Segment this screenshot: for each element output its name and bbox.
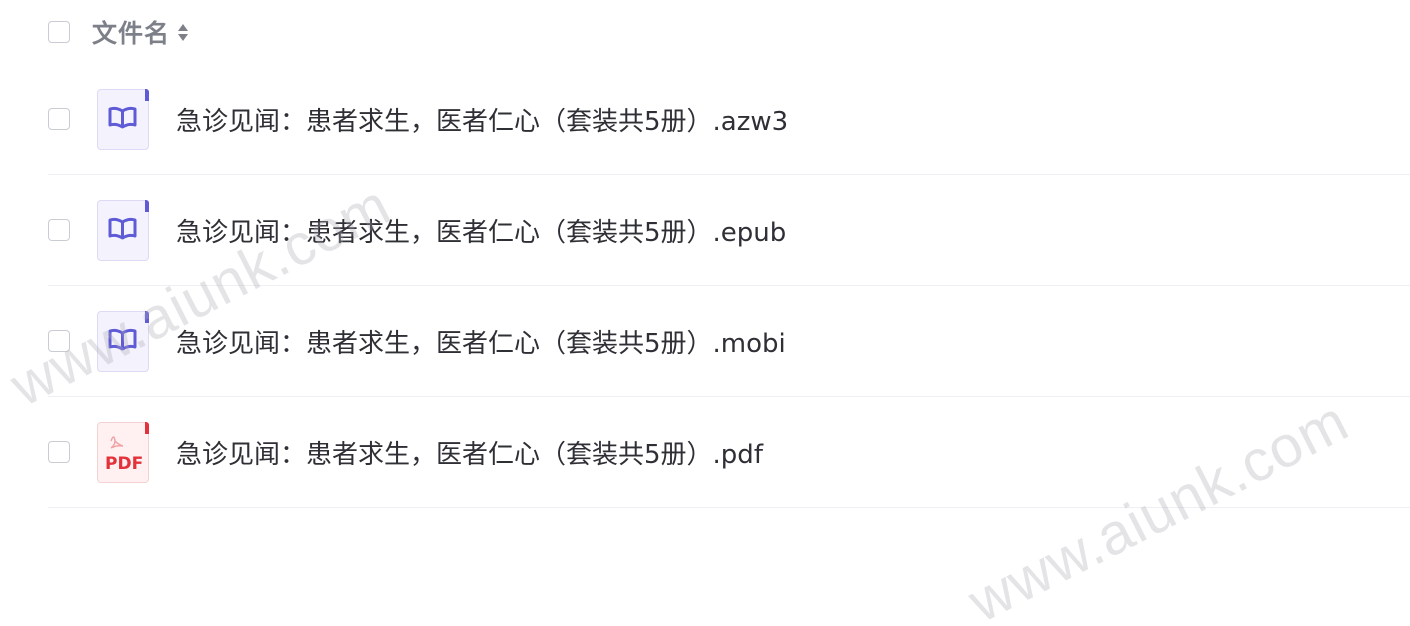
list-item[interactable]: 急诊见闻：患者求生，医者仁心（套装共5册）.epub [48, 175, 1410, 286]
list-item[interactable]: 急诊见闻：患者求生，医者仁心（套装共5册）.azw3 [48, 64, 1410, 175]
ebook-icon [97, 199, 149, 261]
row-checkbox[interactable] [48, 108, 70, 130]
file-list: 文件名 急诊见闻：患者求生，医者仁心（套装共5册）.azw3 急诊见闻：患者求生… [48, 0, 1410, 508]
file-name[interactable]: 急诊见闻：患者求生，医者仁心（套装共5册）.epub [176, 212, 786, 249]
ebook-icon [97, 310, 149, 372]
filename-column-label: 文件名 [92, 19, 171, 48]
list-item[interactable]: PDF 急诊见闻：患者求生，医者仁心（套装共5册）.pdf [48, 397, 1410, 508]
file-name[interactable]: 急诊见闻：患者求生，医者仁心（套装共5册）.mobi [176, 323, 786, 360]
file-name[interactable]: 急诊见闻：患者求生，医者仁心（套装共5册）.pdf [176, 434, 763, 471]
list-header: 文件名 [48, 0, 1410, 64]
file-name[interactable]: 急诊见闻：患者求生，医者仁心（套装共5册）.azw3 [176, 101, 788, 138]
select-all-checkbox[interactable] [48, 21, 70, 43]
row-checkbox[interactable] [48, 330, 70, 352]
pdf-icon: PDF [97, 421, 149, 483]
pdf-icon-label: PDF [105, 453, 144, 474]
row-checkbox[interactable] [48, 219, 70, 241]
list-item[interactable]: 急诊见闻：患者求生，医者仁心（套装共5册）.mobi [48, 286, 1410, 397]
file-list-page: 文件名 急诊见闻：患者求生，医者仁心（套装共5册）.azw3 急诊见闻：患者求生… [0, 0, 1410, 626]
sort-icon[interactable] [178, 23, 189, 41]
ebook-icon [97, 88, 149, 150]
row-checkbox[interactable] [48, 441, 70, 463]
